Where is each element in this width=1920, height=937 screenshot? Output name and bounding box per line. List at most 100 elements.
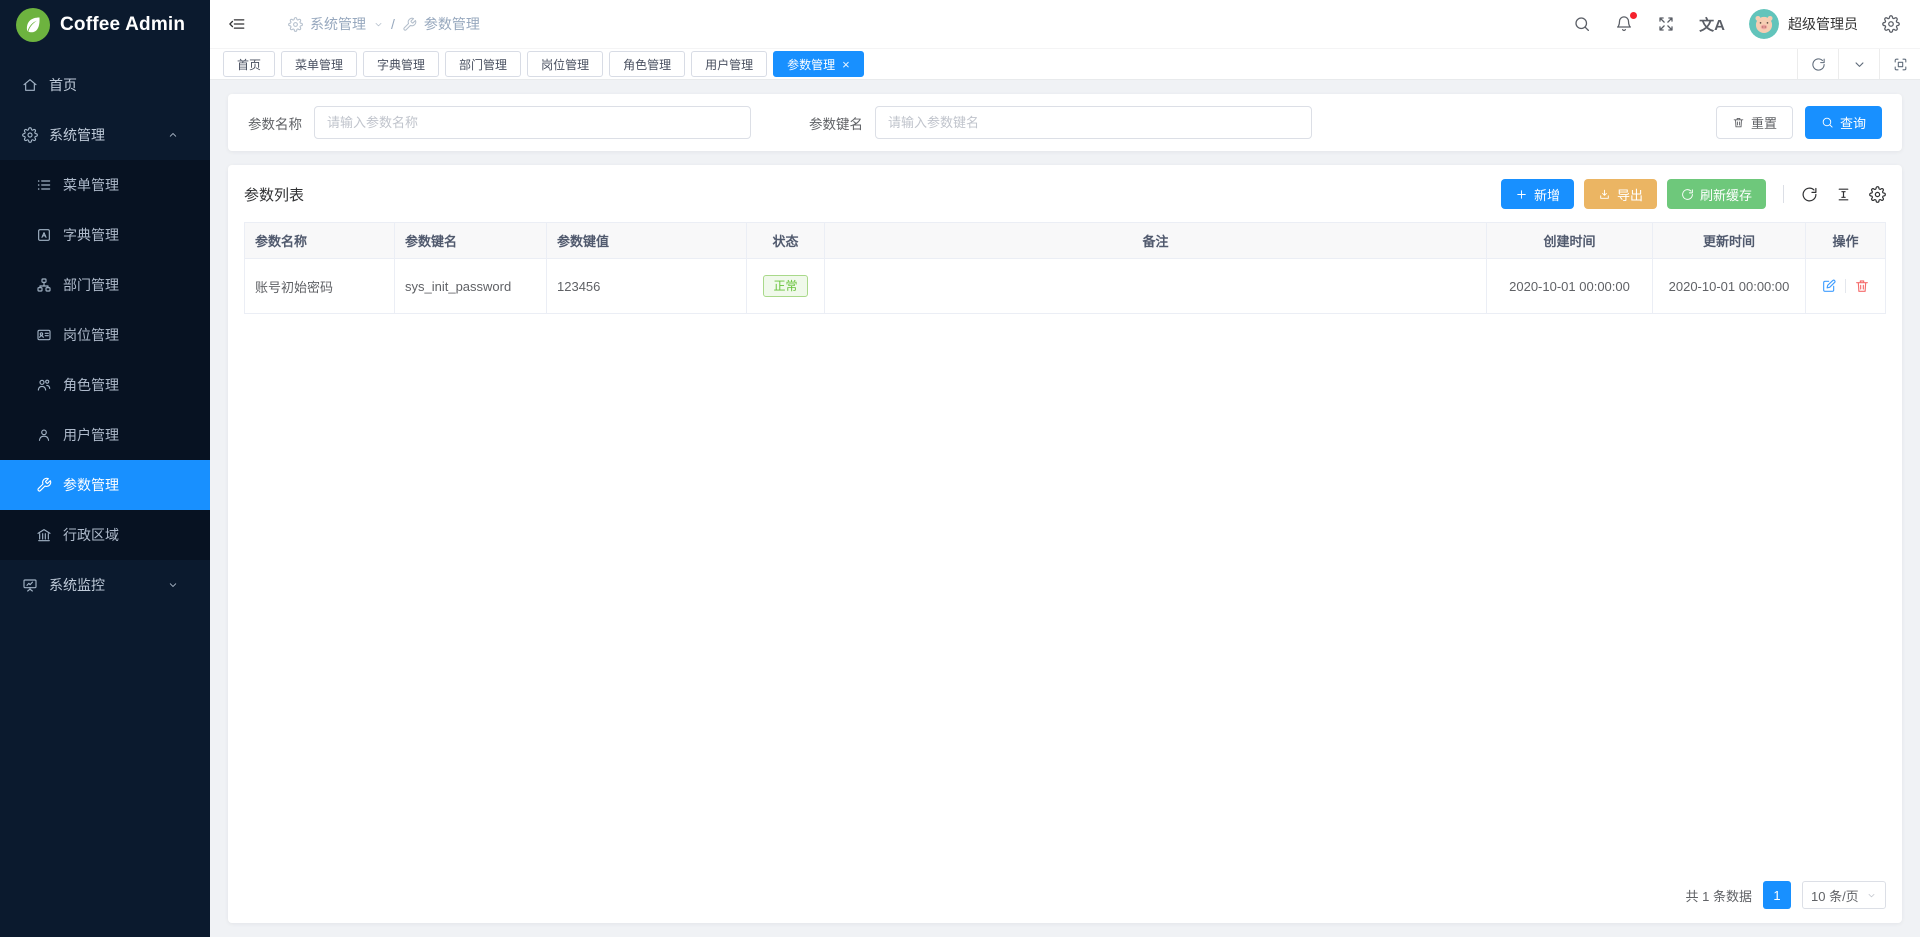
cell-param-value: 123456 xyxy=(547,259,747,314)
maximize-icon xyxy=(1893,57,1908,72)
tab-label: 岗位管理 xyxy=(541,56,589,73)
column-header-name: 参数名称 xyxy=(245,223,395,259)
refresh-icon xyxy=(1811,57,1826,72)
export-button[interactable]: 导出 xyxy=(1584,179,1657,209)
refresh-cache-button[interactable]: 刷新缓存 xyxy=(1667,179,1766,209)
form-item-param-name: 参数名称 xyxy=(248,106,751,139)
table-refresh-button[interactable] xyxy=(1801,186,1818,203)
query-button[interactable]: 查询 xyxy=(1805,106,1882,139)
search-button[interactable] xyxy=(1573,15,1591,33)
tab-label: 菜单管理 xyxy=(295,56,343,73)
refresh-icon xyxy=(1681,188,1694,201)
page-number-button[interactable]: 1 xyxy=(1763,881,1791,909)
edit-icon xyxy=(1821,278,1837,294)
sidebar-fold-button[interactable] xyxy=(228,15,246,33)
fullscreen-expand-icon xyxy=(1657,15,1675,33)
sidebar-item-home[interactable]: 首页 xyxy=(0,60,210,110)
sidebar-item-dict-management[interactable]: 字典管理 xyxy=(0,210,210,260)
breadcrumb: 系统管理 / 参数管理 xyxy=(288,14,480,34)
sidebar-item-label: 岗位管理 xyxy=(63,325,119,345)
notification-button[interactable] xyxy=(1615,15,1633,33)
sidebar-item-admin-region[interactable]: 行政区域 xyxy=(0,510,210,560)
delete-row-button[interactable] xyxy=(1854,278,1870,294)
app-root: Coffee Admin 首页 系统管理 菜单管理 字典管理 xyxy=(0,0,1920,937)
column-header-status: 状态 xyxy=(747,223,825,259)
sidebar-submenu-system: 菜单管理 字典管理 部门管理 岗位管理 角色管理 xyxy=(0,160,210,560)
param-key-input[interactable] xyxy=(875,106,1312,139)
tab-menu-management[interactable]: 菜单管理 xyxy=(281,51,357,77)
content-fullscreen-button[interactable] xyxy=(1879,49,1920,79)
search-icon xyxy=(1821,116,1834,129)
sidebar-item-dept-management[interactable]: 部门管理 xyxy=(0,260,210,310)
table-settings-button[interactable] xyxy=(1869,186,1886,203)
tab-dict-management[interactable]: 字典管理 xyxy=(363,51,439,77)
page-size-select[interactable]: 10 条/页 xyxy=(1802,881,1886,909)
form-item-param-key: 参数键名 xyxy=(809,106,1312,139)
app-title: Coffee Admin xyxy=(60,14,185,36)
sidebar-item-user-management[interactable]: 用户管理 xyxy=(0,410,210,460)
add-button[interactable]: 新增 xyxy=(1501,179,1574,209)
column-header-actions: 操作 xyxy=(1806,223,1886,259)
sidebar-group-system-monitor[interactable]: 系统监控 xyxy=(0,560,210,610)
chevron-down-icon xyxy=(1852,57,1867,72)
chevron-down-icon[interactable] xyxy=(373,19,384,30)
sidebar-item-label: 部门管理 xyxy=(63,275,119,295)
sidebar-item-label: 用户管理 xyxy=(63,425,119,445)
sidebar-item-post-management[interactable]: 岗位管理 xyxy=(0,310,210,360)
sidebar-item-param-management[interactable]: 参数管理 xyxy=(0,460,210,510)
status-badge: 正常 xyxy=(763,275,807,298)
column-header-remark: 备注 xyxy=(825,223,1487,259)
tabbar: 首页 菜单管理 字典管理 部门管理 岗位管理 角色管理 用户管理 参数管理 × xyxy=(210,48,1920,80)
action-divider xyxy=(1845,279,1846,293)
cell-updated-time: 2020-10-01 00:00:00 xyxy=(1653,259,1806,314)
tabs-refresh-button[interactable] xyxy=(1797,49,1838,79)
user-menu[interactable]: 超级管理员 xyxy=(1749,9,1858,39)
chevron-up-icon xyxy=(167,129,179,141)
gear-icon xyxy=(1869,186,1886,203)
card-actions: 新增 导出 刷新缓存 xyxy=(1501,179,1886,209)
tab-role-management[interactable]: 角色管理 xyxy=(609,51,685,77)
edit-row-button[interactable] xyxy=(1821,278,1837,294)
settings-button[interactable] xyxy=(1882,15,1900,33)
fullscreen-button[interactable] xyxy=(1657,15,1675,33)
pagination: 共 1 条数据 1 10 条/页 xyxy=(244,869,1886,909)
dictionary-icon xyxy=(36,227,52,243)
sidebar-item-label: 首页 xyxy=(49,75,77,95)
param-name-label: 参数名称 xyxy=(248,113,302,133)
add-button-label: 新增 xyxy=(1534,185,1560,204)
breadcrumb-page: 参数管理 xyxy=(424,14,480,34)
tab-label: 首页 xyxy=(237,56,261,73)
tabs: 首页 菜单管理 字典管理 部门管理 岗位管理 角色管理 用户管理 参数管理 × xyxy=(210,49,864,79)
tab-label: 参数管理 xyxy=(787,56,835,73)
refresh-cache-button-label: 刷新缓存 xyxy=(1700,185,1752,204)
sidebar-item-menu-management[interactable]: 菜单管理 xyxy=(0,160,210,210)
param-name-input[interactable] xyxy=(314,106,751,139)
tab-post-management[interactable]: 岗位管理 xyxy=(527,51,603,77)
tab-label: 角色管理 xyxy=(623,56,671,73)
card-header: 参数列表 新增 导出 刷新缓存 xyxy=(244,179,1886,209)
language-switch-button[interactable]: 文A xyxy=(1699,14,1725,35)
tab-home[interactable]: 首页 xyxy=(223,51,275,77)
search-actions: 重置 查询 xyxy=(1716,106,1882,139)
content: 参数名称 参数键名 重置 查询 xyxy=(210,80,1920,937)
cell-created-time: 2020-10-01 00:00:00 xyxy=(1487,259,1653,314)
table-density-button[interactable] xyxy=(1835,186,1852,203)
cell-status: 正常 xyxy=(747,259,825,314)
sidebar-group-system-management[interactable]: 系统管理 xyxy=(0,110,210,160)
breadcrumb-section[interactable]: 系统管理 xyxy=(310,14,366,34)
tab-label: 用户管理 xyxy=(705,56,753,73)
tabbar-tools xyxy=(1797,49,1920,79)
refresh-icon xyxy=(1801,186,1818,203)
reset-button[interactable]: 重置 xyxy=(1716,106,1793,139)
tab-dept-management[interactable]: 部门管理 xyxy=(445,51,521,77)
sidebar: Coffee Admin 首页 系统管理 菜单管理 字典管理 xyxy=(0,0,210,937)
sidebar-item-role-management[interactable]: 角色管理 xyxy=(0,360,210,410)
avatar xyxy=(1749,9,1779,39)
column-header-key: 参数键名 xyxy=(395,223,547,259)
tab-close-icon[interactable]: × xyxy=(842,58,850,71)
tab-user-management[interactable]: 用户管理 xyxy=(691,51,767,77)
main-area: 系统管理 / 参数管理 文A xyxy=(210,0,1920,937)
tabs-more-button[interactable] xyxy=(1838,49,1879,79)
topbar: 系统管理 / 参数管理 文A xyxy=(210,0,1920,48)
tab-param-management[interactable]: 参数管理 × xyxy=(773,51,864,77)
